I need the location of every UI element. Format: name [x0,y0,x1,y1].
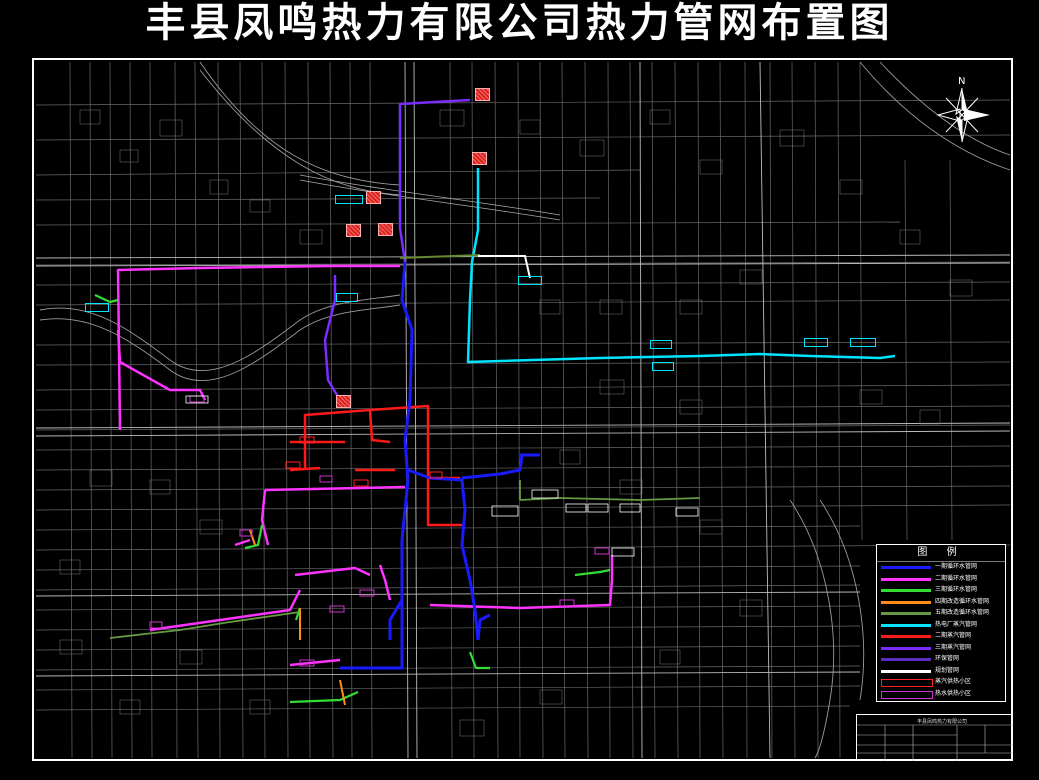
legend-item: 二期蒸汽管网 [877,631,1005,643]
legend-label: 环保管网 [935,655,960,662]
legend-swatch [881,690,933,699]
cyan-facility-box [650,340,672,349]
planned-pipe [478,255,531,279]
legend-label: 一期循环水管网 [935,563,978,570]
legend-swatch [881,600,931,604]
legend-swatch [881,635,931,638]
cyan-facility-box [518,276,542,285]
north-arrow-icon: N [936,76,990,143]
svg-text:N: N [958,76,965,87]
legend-label: 三期蒸汽管网 [935,643,972,651]
legend-label: 热电厂蒸汽管网 [935,620,978,628]
steam-2-pipe [289,404,462,527]
legend-swatch [881,623,931,627]
title-block-heading: 丰县凤鸣热力有限公司 [917,719,968,725]
station-block [475,88,490,101]
legend-swatch [881,658,931,661]
legend-item: 热电厂蒸汽管网 [877,620,1005,632]
cyan-facility-box [335,195,363,204]
cyan-facility-box [336,293,358,302]
legend-item: 四期改造循环水管网 [877,597,1005,609]
title-block: 丰县凤鸣热力有限公司 [856,714,1013,761]
legend-swatch [881,566,931,569]
legend-label: 二期蒸汽管网 [935,632,972,639]
legend-swatch [881,589,931,592]
steam-plant-pipe [466,168,896,364]
legend-rows: 一期循环水管网 二期循环水管网 三期循环水管网四期改造循环水管网 五期改造循环水管网热… [877,562,1005,700]
legend-title: 图 例 [877,545,1005,562]
station-block [472,152,487,165]
legend-swatch [881,679,933,687]
legend-swatch [881,646,931,650]
secondary-water-pipe [116,264,614,667]
legend-swatch [881,577,931,581]
legend-label: 三期循环水管网 [935,586,978,593]
legend-label: 蒸汽供热小区 [935,678,972,685]
cyan-facility-box [652,362,674,371]
legend-item: 一期循环水管网 [877,562,1005,574]
cyan-facility-box [85,303,109,312]
legend-item: 环保管网 [877,654,1005,666]
river-and-rings [39,61,1011,759]
station-block [346,224,361,237]
legend-label: 规划管网 [935,666,960,674]
legend-item: 五期改造循环水管网 [877,608,1005,620]
legend-item: 三期循环水管网 [877,585,1005,597]
legend-label: 五期改造循环水管网 [935,609,990,616]
steam-3-pipe [323,98,471,401]
legend-label: 热水供热小区 [935,689,972,697]
legend-item: 二期循环水管网 [877,574,1005,586]
legend-swatch [881,612,931,615]
station-block [378,223,393,236]
station-block [366,191,381,204]
station-block [336,395,351,408]
cyan-facility-box [850,338,876,347]
map-legend: 图 例 一期循环水管网 二期循环水管网 三期循环水管网四期改造循环水管网 五期改造循环… [876,544,1006,702]
legend-item: 三期蒸汽管网 [877,643,1005,655]
legend-label: 二期循环水管网 [935,574,978,582]
legend-item: 蒸汽供热小区 [877,677,1005,689]
legend-label: 四期改造循环水管网 [935,597,990,605]
legend-item: 热水供热小区 [877,689,1005,701]
cyan-facility-box [804,338,828,347]
legend-swatch [881,669,931,673]
legend-item: 规划管网 [877,666,1005,678]
